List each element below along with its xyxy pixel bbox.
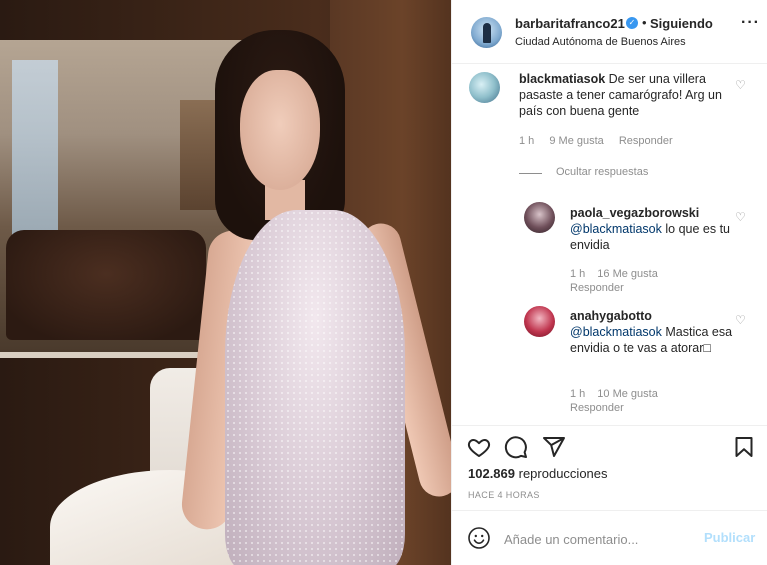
reply-meta: 1 h 10 Me gusta Responder [570, 387, 720, 415]
views-label: reproducciones [518, 466, 608, 481]
reply-meta: 1 h 16 Me gusta Responder [570, 267, 720, 295]
sparkly-dress [225, 210, 405, 565]
comment-bubble-icon[interactable] [504, 435, 528, 459]
reply-body: paola_vegazborowski @blackmatiasok lo qu… [570, 205, 742, 253]
smiley-icon[interactable] [467, 526, 491, 550]
post-time[interactable]: HACE 4 HORAS [468, 490, 540, 500]
post-location[interactable]: Ciudad Autónoma de Buenos Aires [515, 36, 686, 48]
comment-reply-button[interactable]: Responder [619, 135, 673, 147]
bookmark-icon[interactable] [732, 435, 756, 459]
hide-replies-line [519, 173, 542, 174]
reply-avatar[interactable] [524, 306, 555, 337]
comment-username[interactable]: blackmatiasok [519, 72, 605, 86]
reply-body: anahygabotto @blackmatiasok Mastica esa … [570, 308, 742, 356]
author-avatar[interactable] [471, 17, 502, 48]
face [240, 70, 320, 190]
comment-likes[interactable]: 9 Me gusta [549, 135, 603, 147]
comment-body: blackmatiasok De ser una villera pasaste… [519, 71, 741, 119]
reply-mention[interactable]: @blackmatiasok [570, 325, 662, 339]
post-panel: barbaritafranco21 ✓ • Siguiendo Ciudad A… [451, 0, 767, 565]
dancing-woman [179, 30, 451, 565]
reply-mention[interactable]: @blackmatiasok [570, 222, 662, 236]
comment-composer: Publicar [452, 510, 767, 565]
post-video[interactable] [0, 0, 451, 565]
heart-icon[interactable] [467, 435, 491, 459]
comment-input[interactable] [504, 529, 694, 549]
author-username[interactable]: barbaritafranco21 [515, 16, 625, 31]
post-header: barbaritafranco21 ✓ • Siguiendo Ciudad A… [452, 0, 767, 64]
reply-time[interactable]: 1 h [570, 268, 585, 280]
reply-avatar[interactable] [524, 202, 555, 233]
views-number: 102.869 [468, 466, 515, 481]
verified-badge-icon: ✓ [626, 17, 638, 29]
reply-username[interactable]: paola_vegazborowski [570, 205, 742, 221]
reply-reply-button[interactable]: Responder [570, 402, 624, 414]
publish-button[interactable]: Publicar [704, 530, 755, 545]
reply-likes[interactable]: 10 Me gusta [597, 388, 658, 400]
separator-dot: • [642, 15, 647, 30]
hide-replies-button[interactable]: Ocultar respuestas [556, 166, 648, 178]
comment-time[interactable]: 1 h [519, 135, 534, 147]
reply-username[interactable]: anahygabotto [570, 308, 742, 324]
mirror-sofa-reflection [6, 230, 206, 340]
reply-like-heart-icon[interactable]: ♡ [735, 211, 747, 223]
comments-list[interactable]: blackmatiasok De ser una villera pasaste… [452, 65, 767, 425]
reply-like-heart-icon[interactable]: ♡ [735, 314, 747, 326]
post-actions: 102.869 reproducciones HACE 4 HORAS [452, 425, 767, 510]
commenter-avatar[interactable] [469, 72, 500, 103]
comment-like-heart-icon[interactable]: ♡ [735, 79, 747, 91]
reply-reply-button[interactable]: Responder [570, 282, 624, 294]
reply-likes[interactable]: 16 Me gusta [597, 268, 658, 280]
views-count[interactable]: 102.869 reproducciones [468, 466, 608, 481]
reply-time[interactable]: 1 h [570, 388, 585, 400]
comment-meta: 1 h 9 Me gusta Responder [519, 135, 685, 147]
more-options-icon[interactable]: ··· [741, 14, 760, 32]
paper-plane-icon[interactable] [542, 435, 566, 459]
following-button[interactable]: Siguiendo [650, 16, 713, 31]
